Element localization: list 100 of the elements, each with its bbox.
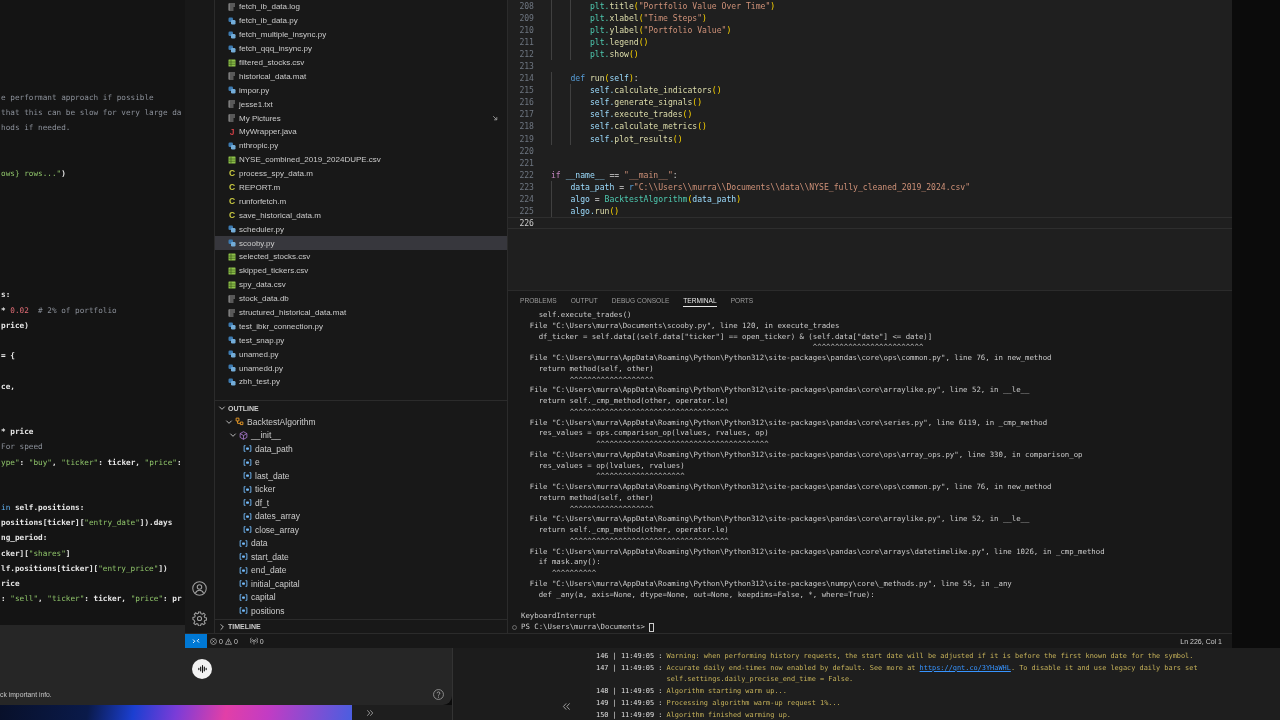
code-line: data_path = r"C:\\Users\\murra\\Documents\\data\\NYSE_fully_cleaned_2019_2024.csv" (570, 181, 971, 192)
voice-button[interactable] (192, 659, 212, 679)
file-item[interactable]: fetch_ib_data.log (215, 0, 507, 14)
file-item[interactable]: jesse1.txt (215, 97, 507, 112)
chevron-right-icon[interactable] (218, 622, 226, 631)
file-item[interactable]: scooby.py (215, 236, 507, 251)
file-item[interactable]: filtered_stocks.csv (215, 55, 507, 70)
code-line: def run(self): (570, 73, 639, 84)
table-file-icon (228, 155, 236, 164)
file-item[interactable]: C process_spy_data.m (215, 166, 507, 181)
code-file-icon (228, 350, 236, 359)
line-number: 225 (518, 204, 534, 217)
line-number: 215 (518, 84, 534, 97)
code-line: self.calculate_indicators() (589, 85, 722, 96)
arrow-icon (492, 115, 498, 122)
file-item[interactable]: My Pictures (215, 111, 507, 125)
code-file-icon (228, 86, 236, 95)
variable-icon (239, 565, 248, 575)
file-item[interactable]: J MyWrapper.java (215, 125, 507, 139)
table-file-icon (228, 58, 236, 67)
line-number: 216 (518, 96, 534, 109)
outline-item[interactable]: data (215, 536, 507, 550)
file-item[interactable]: scheduler.py (215, 222, 507, 237)
outline-item[interactable]: positions (215, 604, 507, 618)
line-number: 226 (518, 216, 534, 229)
code-file-icon (228, 336, 236, 345)
file-item[interactable]: impor.py (215, 83, 507, 98)
account-icon[interactable] (192, 581, 207, 596)
file-item[interactable]: test_snap.py (215, 333, 507, 348)
file-item[interactable]: skipped_tickers.csv (215, 263, 507, 278)
error-icon (210, 637, 217, 645)
file-item[interactable]: selected_stocks.csv (215, 250, 507, 264)
outline-item[interactable]: last_date (215, 469, 507, 483)
text-file-icon (228, 114, 236, 123)
outline-item[interactable]: data_path (215, 442, 507, 456)
text-file-icon (228, 72, 236, 81)
chevrons-right-icon[interactable] (366, 708, 374, 717)
variable-icon (243, 511, 252, 521)
letter-icon: C (228, 169, 236, 178)
file-item[interactable]: fetch_multiple_insync.py (215, 27, 507, 42)
waveform-icon (196, 664, 208, 674)
outline-item[interactable]: start_date (215, 550, 507, 564)
table-file-icon (228, 280, 236, 289)
file-item[interactable]: fetch_qqq_insync.py (215, 41, 507, 56)
file-item[interactable]: historical_data.mat (215, 69, 507, 84)
chevrons-left-icon[interactable] (562, 702, 571, 711)
letter-icon: C (228, 211, 236, 220)
code-line: if __name__ == "__main__": (551, 169, 678, 180)
file-item[interactable]: spy_data.csv (215, 277, 507, 292)
chevron-down-icon[interactable] (229, 431, 237, 440)
table-file-icon (228, 252, 236, 261)
chevron-down-icon[interactable] (218, 404, 226, 412)
file-item[interactable]: nthropic.py (215, 138, 507, 153)
help-icon[interactable] (433, 688, 444, 700)
code-line: plt.ylabel("Portfolio Value") (589, 25, 732, 36)
code-file-icon (228, 364, 236, 373)
code-line: self.generate_signals() (589, 97, 703, 108)
outline-item[interactable]: e (215, 455, 507, 469)
code-line: plt.show() (589, 49, 639, 60)
antenna-icon (249, 637, 258, 645)
class-icon (235, 417, 244, 427)
outline-item[interactable]: initial_capital (215, 577, 507, 591)
line-number: 222 (518, 168, 534, 181)
file-item[interactable]: fetch_ib_data.py (215, 13, 507, 28)
file-item[interactable]: stock_data.db (215, 291, 507, 306)
file-item[interactable]: unamedd.py (215, 361, 507, 376)
code-line: plt.title("Portfolio Value Over Time") (589, 1, 776, 11)
file-item[interactable]: C REPORT.m (215, 180, 507, 195)
outline-item[interactable]: dates_array (215, 509, 507, 523)
variable-icon (243, 525, 252, 535)
code-file-icon (228, 322, 236, 331)
code-line: self.execute_trades() (589, 109, 693, 120)
line-number: 220 (518, 144, 534, 157)
line-number: 214 (518, 72, 534, 85)
code-file-icon (228, 378, 236, 386)
line-number: 208 (518, 0, 534, 13)
chevron-down-icon[interactable] (225, 417, 233, 426)
variable-icon (243, 457, 252, 467)
file-item[interactable]: zbh_test.py (215, 375, 507, 389)
code-line: self.plot_results() (589, 133, 683, 144)
settings-icon[interactable] (192, 611, 207, 626)
outline-item[interactable]: end_date (215, 563, 507, 577)
file-item[interactable]: C save_historical_data.m (215, 208, 507, 223)
file-item[interactable]: C runforfetch.m (215, 194, 507, 209)
file-item[interactable]: structured_historical_data.mat (215, 305, 507, 320)
outline-item[interactable]: ticker (215, 482, 507, 496)
outline-item[interactable]: capital (215, 590, 507, 604)
file-item[interactable]: NYSE_combined_2019_2024DUPE.csv (215, 152, 507, 167)
file-item[interactable]: unamed.py (215, 347, 507, 362)
code-line: algo.run() (570, 205, 620, 216)
outline-item[interactable]: df_t (215, 496, 507, 510)
outline-item[interactable]: BacktestAlgorithm (215, 415, 507, 429)
outline-item[interactable]: __init__ (215, 428, 507, 442)
outline-item[interactable]: close_array (215, 523, 507, 537)
line-number: 211 (518, 36, 534, 49)
code-file-icon (228, 30, 236, 39)
file-item[interactable]: test_ibkr_connection.py (215, 319, 507, 334)
line-number: 223 (518, 180, 534, 193)
code-file-icon (228, 141, 236, 150)
ring-icon (512, 624, 517, 630)
